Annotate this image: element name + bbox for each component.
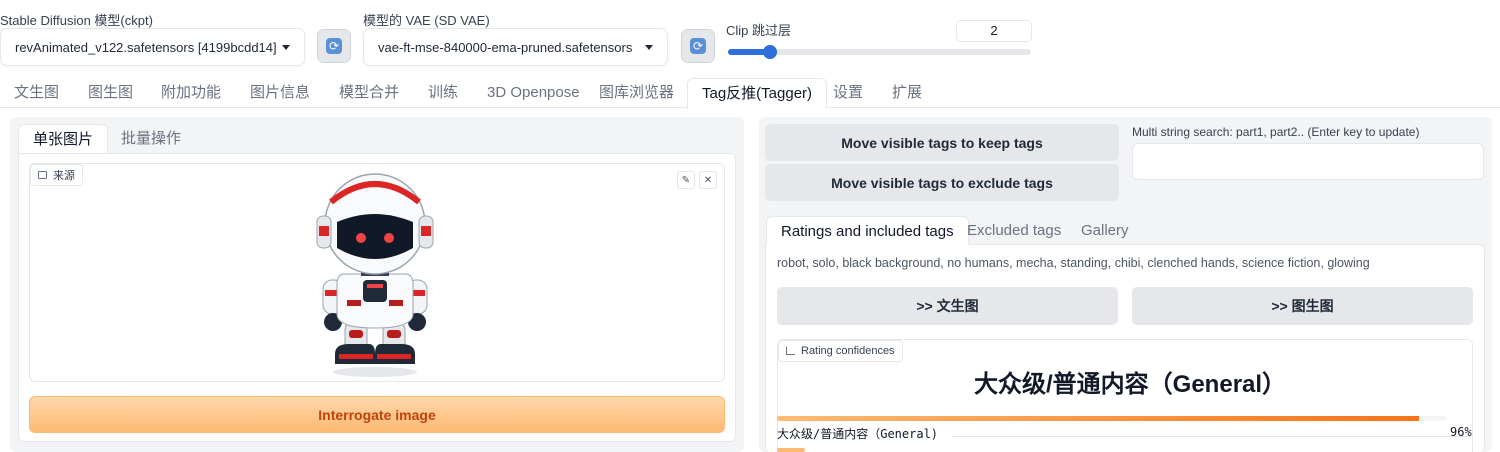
rating-row-divider: [952, 436, 1470, 437]
tab-extras[interactable]: 附加功能: [147, 78, 235, 108]
chevron-down-icon: [282, 44, 290, 50]
clip-skip-number-input[interactable]: 2: [956, 20, 1032, 42]
clip-skip-slider-thumb[interactable]: [763, 45, 778, 59]
refresh-icon: ⟳: [326, 38, 342, 54]
tab-single-image[interactable]: 单张图片: [18, 124, 109, 154]
bar-chart-icon: [786, 347, 795, 355]
rating-name-general: 大众级/普通内容（General): [777, 427, 939, 441]
source-label-chip: 来源: [30, 164, 83, 186]
tab-excluded-tags[interactable]: Excluded tags: [953, 216, 1075, 246]
clip-skip-label: Clip 跳过层: [726, 23, 792, 38]
checkpoint-dropdown[interactable]: revAnimated_v122.safetensors [4199bcdd14…: [0, 28, 305, 66]
vae-label: 模型的 VAE (SD VAE): [363, 13, 490, 28]
tab-3d-openpose[interactable]: 3D Openpose: [473, 78, 594, 108]
tab-png-info[interactable]: 图片信息: [236, 78, 324, 108]
next-rating-bar: [777, 448, 805, 452]
send-to-img2img-button[interactable]: >> 图生图: [1132, 287, 1473, 325]
chevron-down-icon: [645, 44, 653, 50]
rating-bar-fill: [777, 416, 1420, 421]
tab-extensions[interactable]: 扩展: [878, 78, 936, 108]
rating-confidences-chip: Rating confidences: [778, 340, 903, 362]
main-tab-bar: 文生图 图生图 附加功能 图片信息 模型合并 训练 3D Openpose 图库…: [0, 78, 1500, 109]
refresh-checkpoint-button[interactable]: ⟳: [317, 29, 351, 63]
tab-gallery[interactable]: Gallery: [1067, 216, 1143, 246]
rating-percent-general: 96%: [1450, 425, 1472, 439]
included-tags-text[interactable]: robot, solo, black background, no humans…: [777, 256, 1370, 270]
rating-confidences-label: Rating confidences: [801, 345, 895, 357]
tab-tagger[interactable]: Tag反推(Tagger): [687, 78, 828, 109]
tab-txt2img[interactable]: 文生图: [0, 78, 73, 108]
edit-icon[interactable]: ✎: [677, 171, 695, 189]
tab-img2img[interactable]: 图生图: [74, 78, 147, 108]
interrogate-image-button[interactable]: Interrogate image: [29, 396, 725, 433]
checkpoint-value: revAnimated_v122.safetensors [4199bcdd14…: [15, 39, 277, 55]
tab-train[interactable]: 训练: [414, 78, 472, 108]
source-label: 来源: [53, 170, 75, 182]
image-icon: [38, 171, 47, 179]
tab-settings[interactable]: 设置: [819, 78, 877, 108]
checkpoint-label: Stable Diffusion 模型(ckpt): [0, 13, 153, 28]
move-to-keep-tags-button[interactable]: Move visible tags to keep tags: [765, 124, 1119, 161]
send-to-txt2img-button[interactable]: >> 文生图: [777, 287, 1118, 325]
tab-batch[interactable]: 批量操作: [107, 124, 195, 154]
vae-dropdown[interactable]: vae-ft-mse-840000-ema-pruned.safetensors: [363, 28, 668, 66]
rating-bar-general: [777, 416, 1446, 421]
refresh-icon: ⟳: [690, 38, 706, 54]
top-rating-label: 大众级/普通内容（General）: [974, 371, 1287, 398]
close-icon[interactable]: ✕: [699, 171, 717, 189]
refresh-vae-button[interactable]: ⟳: [681, 29, 715, 63]
robot-image: [316, 173, 434, 377]
tab-ratings-included-tags[interactable]: Ratings and included tags: [766, 216, 969, 245]
tab-image-browser[interactable]: 图库浏览器: [585, 78, 688, 108]
move-to-exclude-tags-button[interactable]: Move visible tags to exclude tags: [765, 164, 1119, 201]
multi-string-search-input[interactable]: [1132, 143, 1484, 180]
vae-value: vae-ft-mse-840000-ema-pruned.safetensors: [378, 39, 633, 55]
multi-string-search-label: Multi string search: part1, part2.. (Ent…: [1132, 125, 1420, 139]
tab-checkpoint-merger[interactable]: 模型合并: [325, 78, 413, 108]
